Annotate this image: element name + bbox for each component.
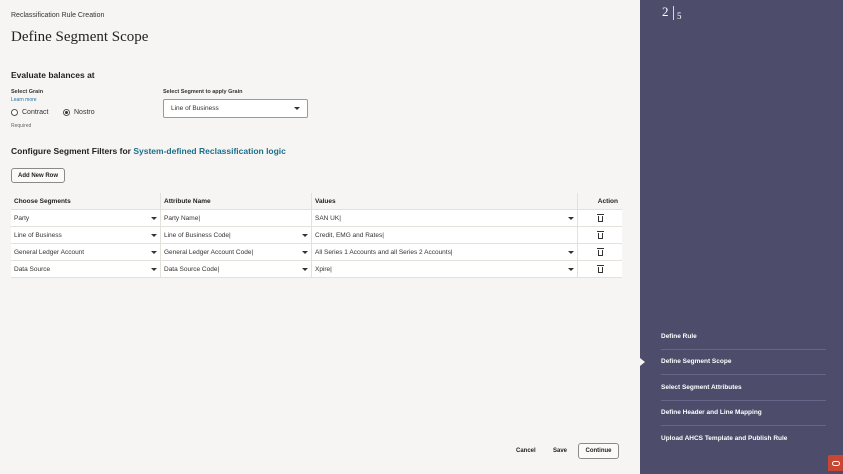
- chevron-down-icon: [151, 250, 157, 254]
- trash-icon: [596, 248, 604, 256]
- add-new-row-button[interactable]: Add New Row: [11, 168, 65, 183]
- chevron-down-icon: [302, 267, 308, 271]
- segment-value: Data Source: [14, 265, 51, 273]
- chevron-down-icon: [302, 233, 308, 237]
- radio-nostro[interactable]: Nostro: [63, 109, 95, 116]
- step-select-segment-attributes[interactable]: Select Segment Attributes: [661, 375, 826, 401]
- table-row: Data Source Data Source Code| Xpire|: [11, 261, 622, 278]
- evaluate-heading: Evaluate balances at: [11, 70, 95, 80]
- step-define-segment-scope[interactable]: Define Segment Scope: [661, 350, 826, 375]
- radio-nostro-circle[interactable]: [63, 109, 70, 116]
- oracle-logo-icon[interactable]: [828, 455, 843, 471]
- segment-grain-value: Line of Business: [171, 105, 219, 112]
- table-row: General Ledger Account General Ledger Ac…: [11, 244, 622, 261]
- attribute-select[interactable]: General Ledger Account Code|: [161, 244, 312, 260]
- table-row: Party Party Name| SAN UK|: [11, 210, 622, 227]
- chevron-down-icon: [151, 267, 157, 271]
- values-value: All Series 1 Accounts and all Series 2 A…: [315, 248, 453, 256]
- trash-icon: [596, 265, 604, 273]
- values-value: Credit, EMG and Rates|: [315, 231, 384, 239]
- column-header: Attribute Name: [161, 193, 312, 209]
- learn-more-link[interactable]: Learn more: [11, 97, 37, 103]
- save-button[interactable]: Save: [553, 448, 567, 454]
- progress-current: 2: [662, 4, 669, 19]
- segment-value: General Ledger Account: [14, 248, 85, 256]
- attribute-select[interactable]: Line of Business Code|: [161, 227, 312, 243]
- segment-grain-label: Select Segment to apply Grain: [163, 89, 243, 95]
- attribute-select[interactable]: Data Source Code|: [161, 261, 312, 277]
- grain-label: Select Grain: [11, 89, 44, 95]
- segment-select[interactable]: Party: [11, 210, 161, 226]
- attribute-input[interactable]: Party Name|: [161, 210, 312, 226]
- page-title: Define Segment Scope: [11, 29, 149, 45]
- filters-heading-prefix: Configure Segment Filters for: [11, 146, 134, 156]
- attribute-value: Line of Business Code|: [164, 231, 231, 239]
- values-select[interactable]: All Series 1 Accounts and all Series 2 A…: [312, 244, 578, 260]
- table-row: Line of Business Line of Business Code| …: [11, 227, 622, 244]
- column-header: Values: [312, 193, 578, 209]
- chevron-down-icon: [568, 267, 574, 271]
- attribute-value: Data Source Code|: [164, 265, 220, 273]
- continue-button[interactable]: Continue: [578, 443, 619, 459]
- chevron-down-icon: [151, 216, 157, 220]
- delete-row-button[interactable]: [578, 261, 622, 277]
- progress-divider: [673, 6, 674, 20]
- radio-nostro-label: Nostro: [74, 109, 95, 116]
- chevron-down-icon: [302, 250, 308, 254]
- radio-contract[interactable]: Contract: [11, 109, 48, 116]
- segment-filters-table: Choose Segments Attribute Name Values Ac…: [11, 193, 622, 278]
- chevron-down-icon: [294, 107, 300, 110]
- trash-icon: [596, 231, 604, 239]
- segment-grain-select[interactable]: Line of Business: [163, 99, 308, 118]
- step-define-rule[interactable]: Define Rule: [661, 324, 826, 350]
- values-value: Xpire|: [315, 265, 332, 273]
- chevron-down-icon: [568, 216, 574, 220]
- delete-row-button[interactable]: [578, 210, 622, 226]
- segment-select[interactable]: Data Source: [11, 261, 161, 277]
- progress-total: 5: [677, 11, 682, 21]
- main-panel: Reclassification Rule Creation Define Se…: [0, 0, 640, 474]
- filters-heading-accent: System-defined Reclassification logic: [133, 146, 286, 156]
- trash-icon: [596, 214, 604, 222]
- values-select[interactable]: SAN UK|: [312, 210, 578, 226]
- chevron-down-icon: [568, 250, 574, 254]
- attribute-value: General Ledger Account Code|: [164, 248, 254, 256]
- required-hint: Required: [11, 123, 32, 129]
- radio-contract-label: Contract: [22, 109, 49, 116]
- segment-value: Party: [14, 214, 30, 222]
- steps-list: Define Rule Define Segment Scope Select …: [661, 324, 826, 452]
- filters-heading: Configure Segment Filters for System-def…: [11, 146, 286, 156]
- radio-contract-circle[interactable]: [11, 109, 18, 116]
- column-header: Choose Segments: [11, 193, 161, 209]
- values-select[interactable]: Xpire|: [312, 261, 578, 277]
- step-define-header-line-mapping[interactable]: Define Header and Line Mapping: [661, 401, 826, 426]
- current-step-marker: [640, 358, 645, 366]
- attribute-value: Party Name|: [164, 214, 201, 222]
- values-value: SAN UK|: [315, 214, 341, 222]
- delete-row-button[interactable]: [578, 244, 622, 260]
- breadcrumb: Reclassification Rule Creation: [11, 12, 105, 19]
- chevron-down-icon: [151, 233, 157, 237]
- values-input[interactable]: Credit, EMG and Rates|: [312, 227, 578, 243]
- cancel-button[interactable]: Cancel: [516, 448, 536, 454]
- delete-row-button[interactable]: [578, 227, 622, 243]
- segment-select[interactable]: General Ledger Account: [11, 244, 161, 260]
- segment-select[interactable]: Line of Business: [11, 227, 161, 243]
- segment-value: Line of Business: [14, 231, 62, 239]
- table-header: Choose Segments Attribute Name Values Ac…: [11, 193, 622, 210]
- step-upload-template-publish[interactable]: Upload AHCS Template and Publish Rule: [661, 426, 826, 452]
- column-header: Action: [597, 197, 618, 205]
